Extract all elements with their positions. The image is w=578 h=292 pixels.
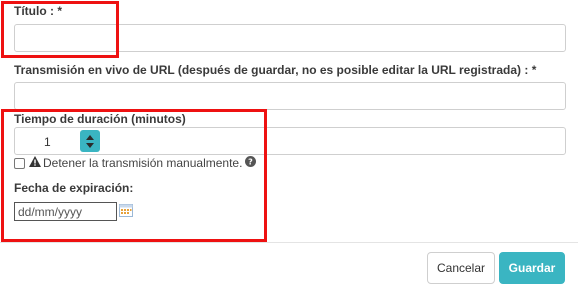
increment-icon[interactable] xyxy=(86,135,94,140)
help-icon[interactable]: ? xyxy=(245,156,257,170)
manual-stop-row: Detener la transmisión manualmente. ? xyxy=(14,156,257,170)
title-input[interactable] xyxy=(14,24,566,52)
duration-stepper[interactable]: 1 xyxy=(14,127,566,155)
expiration-label: Fecha de expiración: xyxy=(14,181,134,195)
stepper-buttons[interactable] xyxy=(80,130,100,152)
manual-stop-label: Detener la transmisión manualmente. xyxy=(43,156,243,170)
decrement-icon[interactable] xyxy=(86,143,94,148)
expiration-date-input[interactable]: dd/mm/yyyy xyxy=(14,202,117,221)
url-label: Transmisión en vivo de URL (después de g… xyxy=(14,63,537,77)
footer-divider xyxy=(0,242,578,243)
save-button[interactable]: Guardar xyxy=(499,252,565,284)
url-input[interactable] xyxy=(14,82,566,110)
svg-text:?: ? xyxy=(249,158,254,167)
calendar-icon[interactable] xyxy=(119,204,133,217)
duration-label: Tiempo de duración (minutos) xyxy=(14,112,186,126)
title-label: Título : * xyxy=(14,4,62,18)
cancel-button[interactable]: Cancelar xyxy=(427,252,495,284)
manual-stop-checkbox[interactable] xyxy=(14,157,25,169)
duration-value: 1 xyxy=(44,135,51,149)
warning-icon xyxy=(29,156,41,170)
